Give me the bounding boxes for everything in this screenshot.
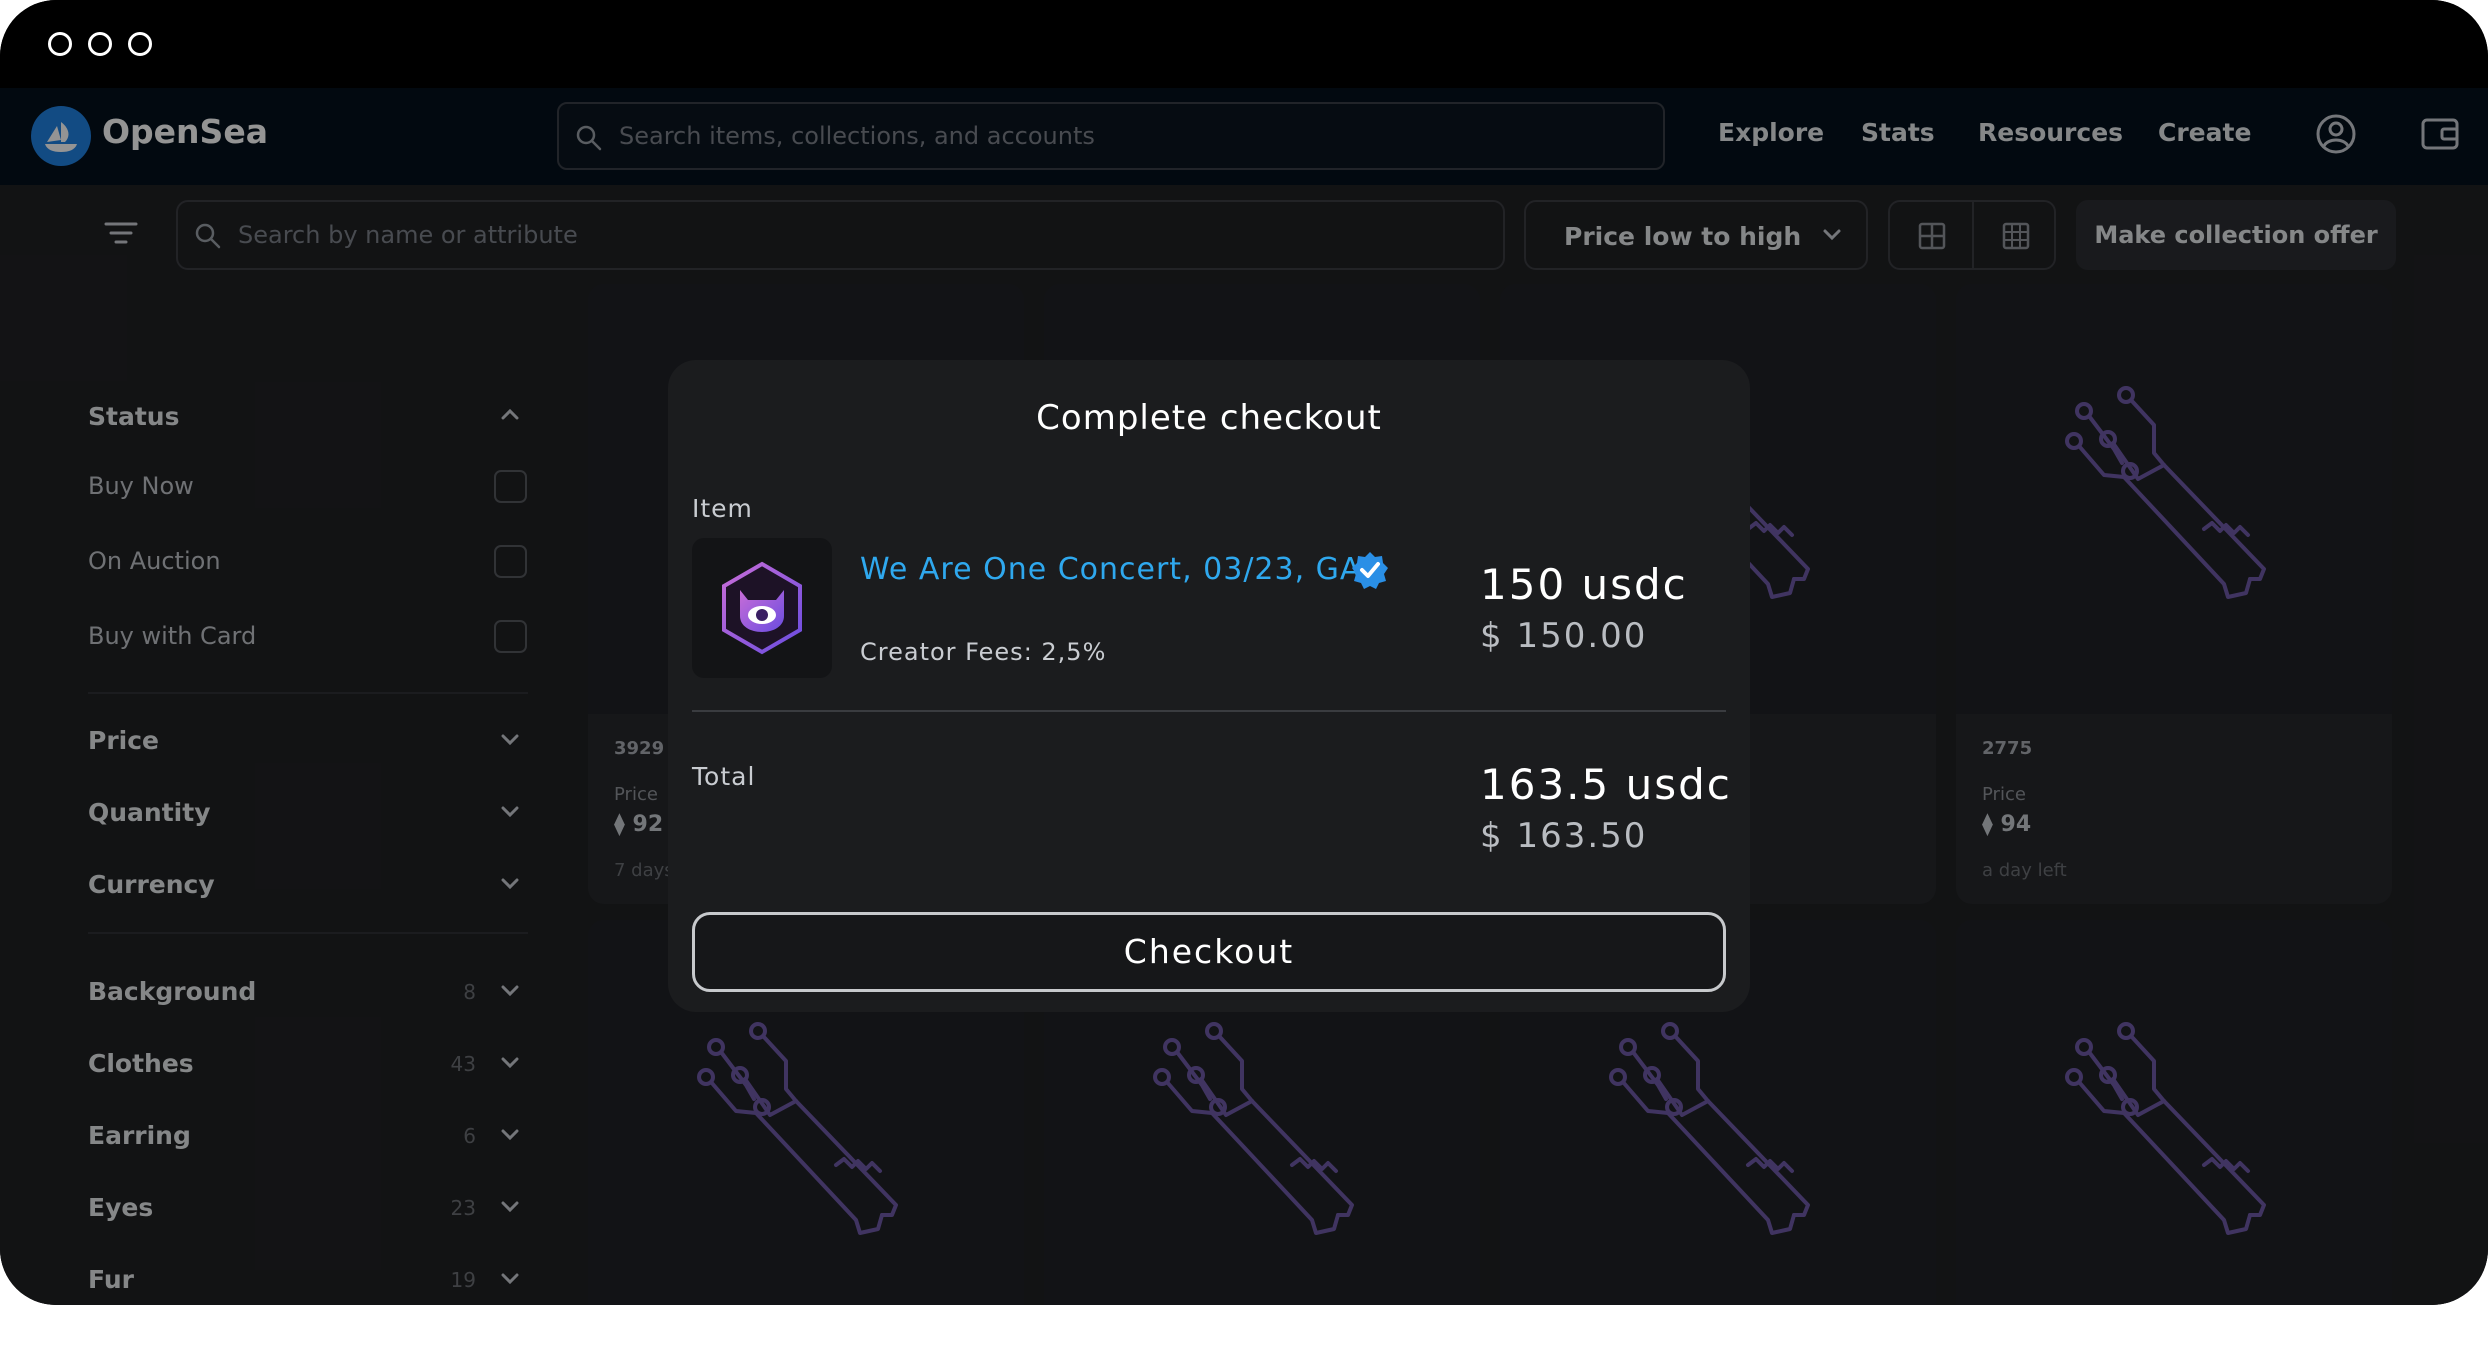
modal-divider <box>692 710 1726 712</box>
checkout-button[interactable]: Checkout <box>692 912 1726 992</box>
verified-badge-icon <box>1352 552 1388 589</box>
title-bar <box>0 0 2488 88</box>
window-maximize-button[interactable] <box>128 32 152 56</box>
item-amount: 150 usdc <box>1480 560 1688 609</box>
eye-logo-icon <box>722 561 802 655</box>
checkout-modal: Complete checkout Item We Are One Concer… <box>668 360 1750 1012</box>
creator-fees: Creator Fees: 2,5% <box>860 638 1107 666</box>
browser-window: OpenSea Explore Stats Resources Create <box>0 0 2488 1305</box>
total-label: Total <box>692 762 756 791</box>
app-content: OpenSea Explore Stats Resources Create <box>0 88 2488 1305</box>
modal-title: Complete checkout <box>1036 398 1382 438</box>
item-name-link[interactable]: We Are One Concert, 03/23, GA <box>860 552 1361 587</box>
total-usd: $ 163.50 <box>1480 816 1648 856</box>
item-label: Item <box>692 494 753 523</box>
window-close-button[interactable] <box>48 32 72 56</box>
total-amount: 163.5 usdc <box>1480 760 1732 809</box>
window-minimize-button[interactable] <box>88 32 112 56</box>
item-thumbnail <box>692 538 832 678</box>
item-usd: $ 150.00 <box>1480 616 1648 656</box>
